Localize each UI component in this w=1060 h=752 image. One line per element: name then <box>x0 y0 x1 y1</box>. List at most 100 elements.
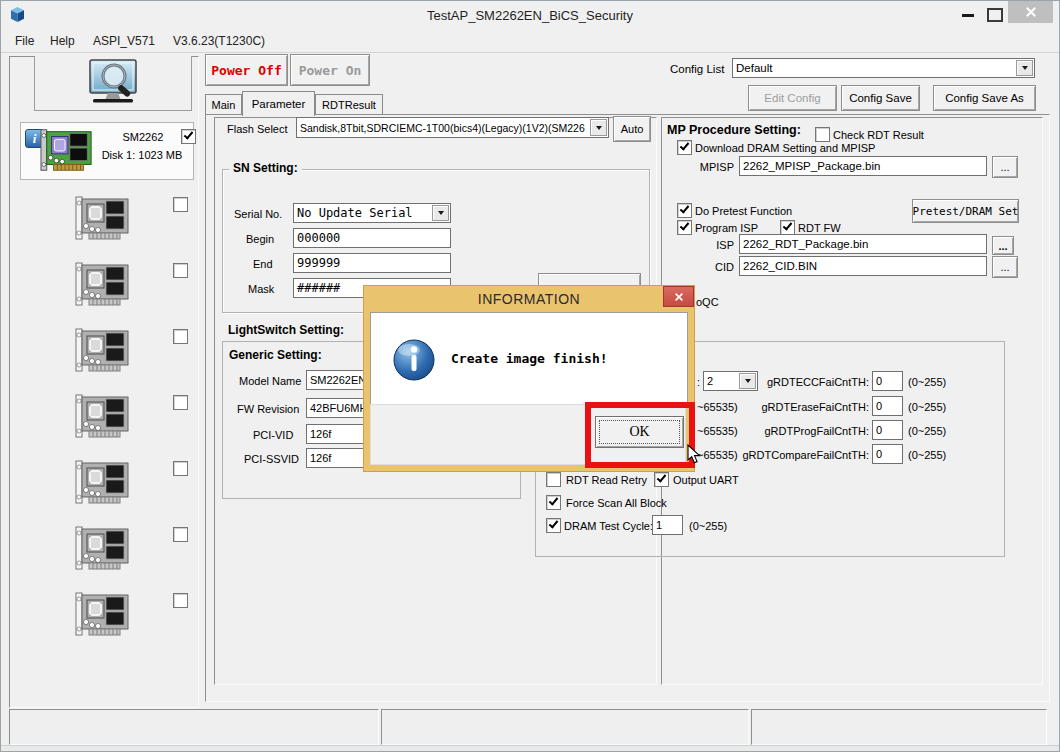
rdt-row1-value: 2 <box>707 375 713 387</box>
red-highlight-annotation <box>585 402 695 468</box>
pci-ssvid-label: PCI-SSVID <box>244 453 299 465</box>
auto-button[interactable]: Auto <box>613 116 651 142</box>
serial-no-combobox[interactable]: No Update Serial <box>293 203 451 223</box>
flash-select-dropdown-icon[interactable] <box>590 119 607 136</box>
rdt-read-retry-label: RDT Read Retry <box>566 474 647 486</box>
begin-input[interactable]: 000000 <box>293 228 451 248</box>
grdtprog-range: (0~255) <box>908 425 946 437</box>
tab-rdtresult[interactable]: RDTResult <box>315 94 383 115</box>
rdt-read-retry-checkbox[interactable] <box>546 472 561 487</box>
close-icon <box>1026 7 1036 17</box>
config-save-button[interactable]: Config Save <box>841 85 920 111</box>
config-list-dropdown-icon[interactable] <box>1016 60 1033 76</box>
device-checkbox[interactable] <box>173 395 188 410</box>
rdt-row1-dropdown-icon[interactable] <box>739 373 756 389</box>
menu-file[interactable]: File <box>15 34 34 48</box>
device-slot-empty[interactable] <box>10 328 196 378</box>
dram-test-cycle-range: (0~255) <box>689 520 727 532</box>
end-input[interactable]: 999999 <box>293 253 451 273</box>
scan-disk-icon <box>82 59 144 107</box>
force-scan-checkbox[interactable] <box>546 495 561 510</box>
grdtcompare-range: (0~255) <box>908 449 946 461</box>
mask-label: Mask <box>248 283 274 295</box>
config-save-as-button[interactable]: Config Save As <box>933 85 1036 111</box>
generic-setting-title: Generic Setting: <box>229 348 322 362</box>
output-uart-label: Output UART <box>673 474 739 486</box>
grdtcompare-input[interactable]: 0 <box>872 444 903 464</box>
device-slot-empty[interactable] <box>10 394 196 444</box>
mpisp-browse-button[interactable]: ... <box>992 156 1018 178</box>
power-off-button[interactable]: Power Off <box>205 54 288 86</box>
dram-test-cycle-label: DRAM Test Cycle: <box>564 520 653 532</box>
device-checkbox[interactable] <box>181 129 196 144</box>
grdtecc-input[interactable]: 0 <box>872 371 903 391</box>
grdtcompare-label: gRDTCompareFailCntTH: <box>701 449 869 461</box>
serial-no-label: Serial No. <box>234 208 282 220</box>
grdtecc-label: gRDTECCFaiCntTH: <box>763 376 869 388</box>
titlebar: TestAP_SM2262EN_BiCS_Security <box>1 1 1059 29</box>
device-slot-empty[interactable] <box>10 526 196 576</box>
grdtprog-input[interactable]: 0 <box>872 420 903 440</box>
grdterase-input[interactable]: 0 <box>872 396 903 416</box>
status-panel-left <box>9 709 379 745</box>
window-title: TestAP_SM2262EN_BiCS_Security <box>1 8 1059 23</box>
device-slot-empty[interactable] <box>10 196 196 246</box>
dram-test-cycle-checkbox[interactable] <box>546 518 561 533</box>
config-list-combobox[interactable]: Default <box>732 58 1035 78</box>
download-dram-checkbox[interactable] <box>677 140 692 155</box>
cid-input[interactable]: 2262_CID.BIN <box>739 256 987 276</box>
lightswitch-title: LightSwitch Setting: <box>228 323 344 337</box>
output-uart-checkbox[interactable] <box>654 472 669 487</box>
dialog-close-button[interactable] <box>663 286 694 307</box>
minimize-button[interactable] <box>962 14 974 17</box>
rdt-fw-checkbox[interactable] <box>780 220 795 235</box>
do-pretest-checkbox[interactable] <box>677 203 692 218</box>
dialog-body: Create image finish! <box>370 312 688 406</box>
edit-config-button[interactable]: Edit Config <box>748 85 837 111</box>
device-card-icon-gray <box>75 592 131 636</box>
maximize-button[interactable] <box>987 8 1003 22</box>
mpisp-label: MPISP <box>696 161 734 173</box>
device-card-icon-gray <box>75 526 131 570</box>
tab-main[interactable]: Main <box>205 94 242 115</box>
check-rdt-result-label: Check RDT Result <box>833 129 924 141</box>
device-checkbox[interactable] <box>173 527 188 542</box>
status-panel-right <box>751 709 1047 745</box>
mpisp-input[interactable]: 2262_MPISP_Package.bin <box>739 156 987 176</box>
rdt-fw-label: RDT FW <box>798 222 841 234</box>
serial-no-dropdown-icon[interactable] <box>432 205 449 221</box>
scan-button[interactable] <box>34 56 192 111</box>
device-checkbox[interactable] <box>173 461 188 476</box>
cid-browse-button[interactable]: ... <box>992 256 1018 278</box>
grdtecc-range: (0~255) <box>908 376 946 388</box>
device-checkbox[interactable] <box>173 263 188 278</box>
pretest-dram-set-button[interactable]: Pretest/DRAM Set <box>912 199 1019 223</box>
dialog-message: Create image finish! <box>451 351 608 366</box>
tab-parameter[interactable]: Parameter <box>242 91 315 116</box>
begin-label: Begin <box>246 233 274 245</box>
device-panel: i SM2262 Disk 1: 1023 MB <box>9 56 199 708</box>
program-isp-checkbox[interactable] <box>677 220 692 235</box>
menu-version[interactable]: V3.6.23(T1230C) <box>173 34 265 48</box>
device-checkbox[interactable] <box>173 593 188 608</box>
device-slot-empty[interactable] <box>10 262 196 312</box>
flash-select-combobox[interactable]: Sandisk,8Tbit,SDRCIEMC-1T00(bics4)(Legac… <box>296 117 609 138</box>
device-slot-empty[interactable] <box>10 460 196 510</box>
power-on-button[interactable]: Power On <box>290 54 370 86</box>
menu-aspi[interactable]: ASPI_V571 <box>93 34 155 48</box>
rdt-row1-combobox[interactable]: 2 <box>703 371 758 391</box>
config-list-label: Config List <box>670 63 724 75</box>
check-rdt-result-checkbox[interactable] <box>815 127 830 142</box>
device-checkbox[interactable] <box>173 329 188 344</box>
device-disk-size: Disk 1: 1023 MB <box>93 149 191 161</box>
close-button[interactable] <box>1008 1 1053 23</box>
menu-help[interactable]: Help <box>50 34 75 48</box>
device-checkbox[interactable] <box>173 197 188 212</box>
isp-input[interactable]: 2262_RDT_Package.bin <box>739 234 987 254</box>
device-card-icon-gray <box>75 460 131 504</box>
download-dram-label: Download DRAM Setting and MPISP <box>695 142 875 154</box>
device-item-selected[interactable]: i SM2262 Disk 1: 1023 MB <box>20 122 194 180</box>
device-slot-empty[interactable] <box>10 592 196 642</box>
dram-test-cycle-input[interactable]: 1 <box>652 515 683 535</box>
isp-browse-button[interactable]: ... <box>992 236 1014 255</box>
